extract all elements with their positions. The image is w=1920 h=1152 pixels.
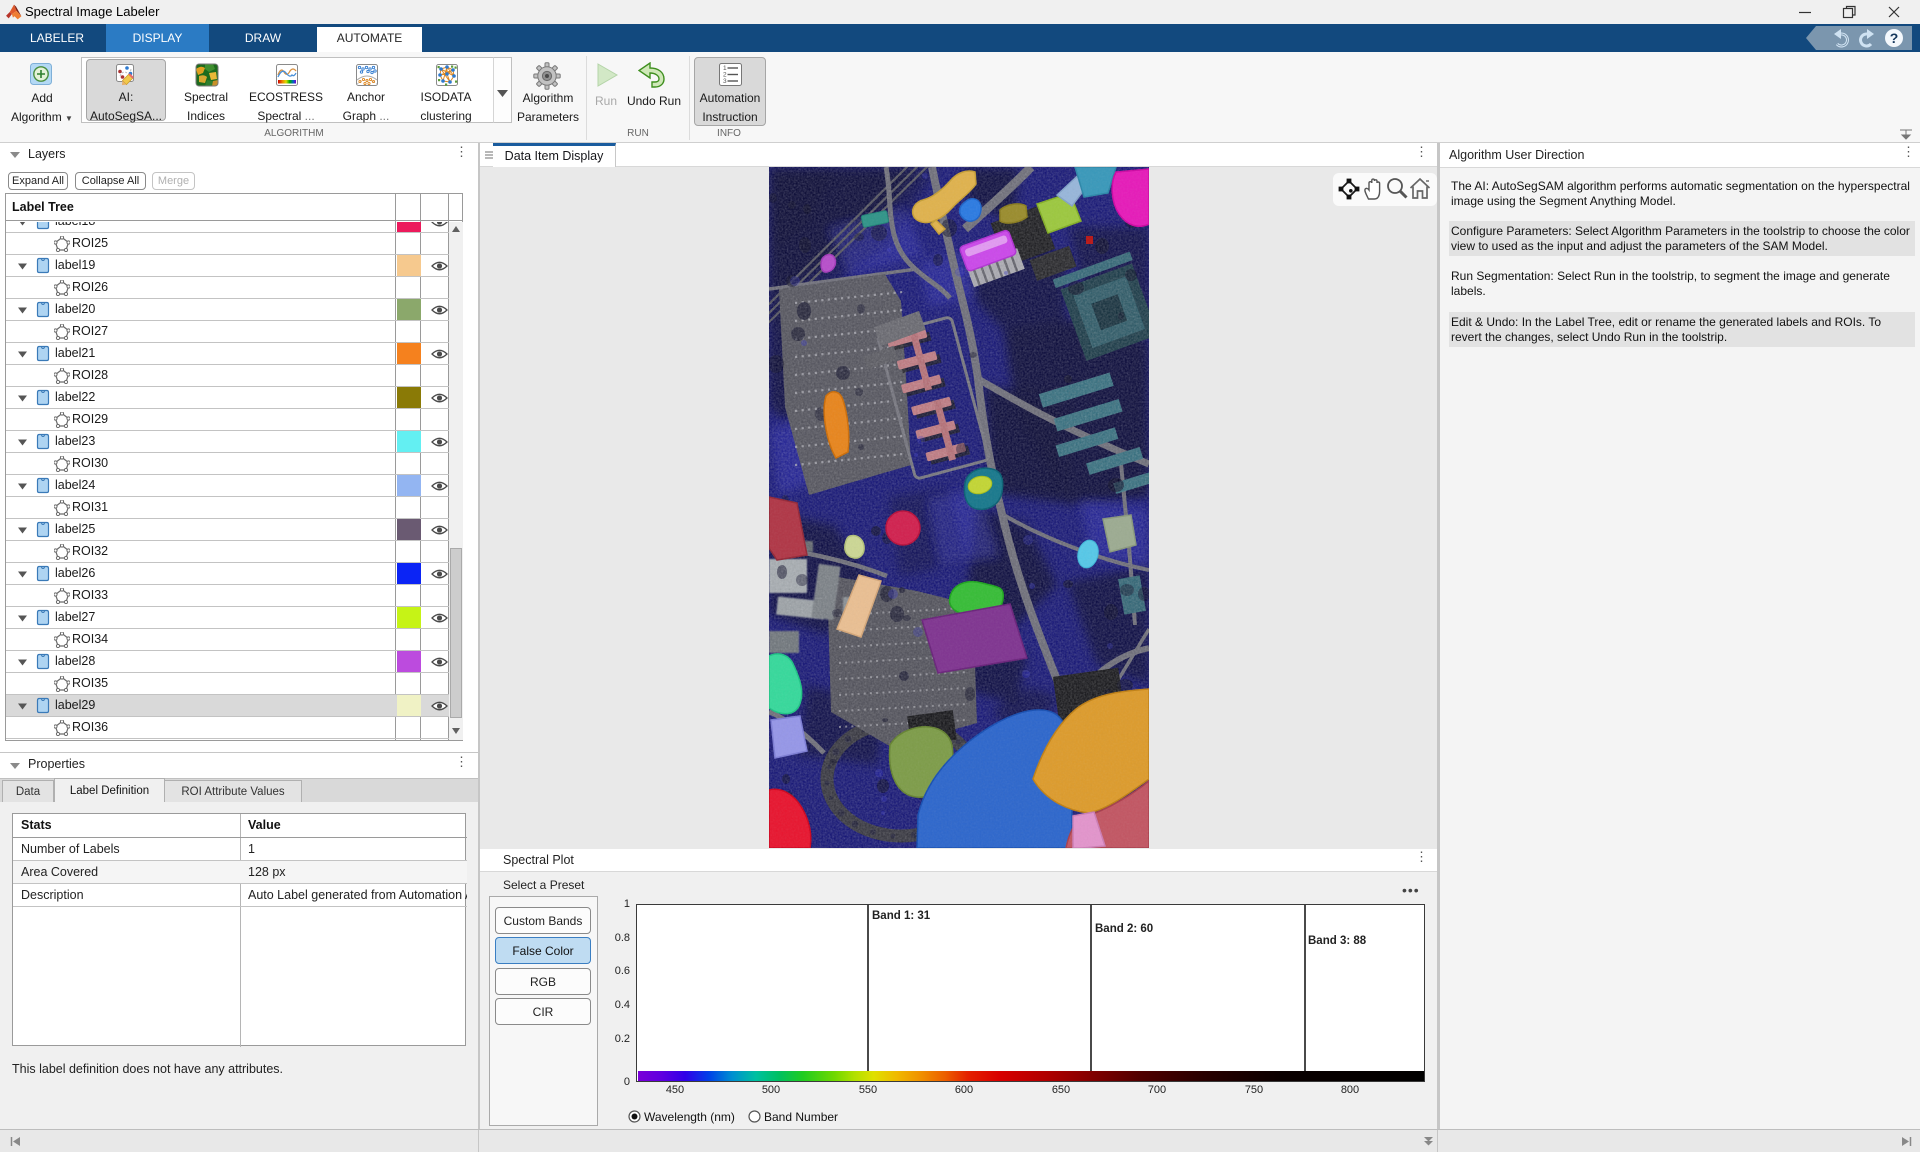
svg-text:?: ? <box>1890 30 1899 46</box>
svg-text:3: 3 <box>723 78 727 85</box>
